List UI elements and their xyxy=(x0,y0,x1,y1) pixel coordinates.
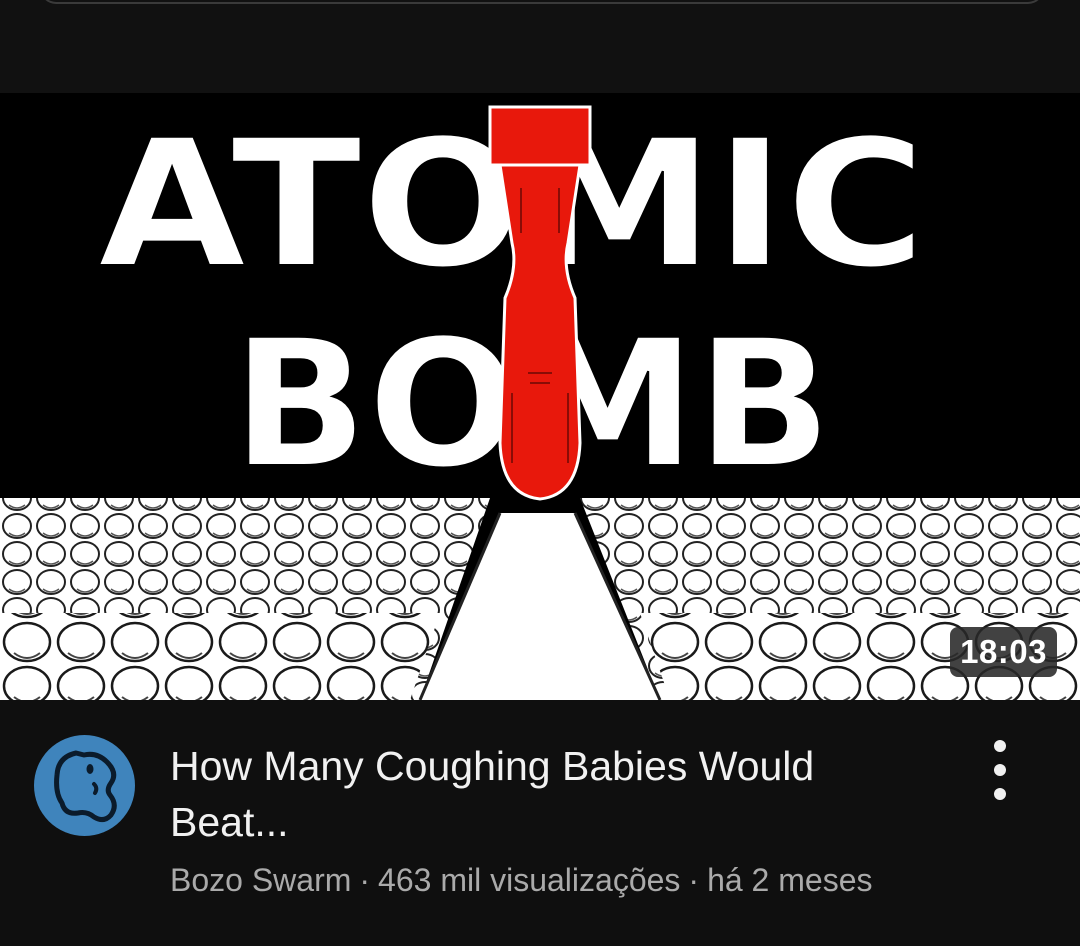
view-count: 463 mil visualizações xyxy=(378,862,681,898)
more-vert-icon[interactable] xyxy=(980,740,1020,800)
video-metadata: Bozo Swarm · 463 mil visualizações · há 2 me… xyxy=(170,862,872,899)
upload-age: há 2 meses xyxy=(707,862,873,898)
channel-avatar-icon xyxy=(54,750,117,823)
video-title[interactable]: How Many Coughing Babies Would Beat... xyxy=(170,738,930,850)
top-strip xyxy=(0,0,1080,93)
previous-card-edge xyxy=(40,0,1044,4)
channel-name[interactable]: Bozo Swarm xyxy=(170,862,351,898)
video-thumbnail[interactable]: ATOMIC BOMB 18:03 xyxy=(0,93,1080,700)
menu-dot xyxy=(994,788,1006,800)
menu-dot xyxy=(994,740,1006,752)
thumbnail-artwork: ATOMIC BOMB xyxy=(0,93,1080,700)
channel-avatar[interactable] xyxy=(34,735,135,836)
menu-dot xyxy=(994,764,1006,776)
duration-badge: 18:03 xyxy=(950,627,1057,677)
meta-separator: · xyxy=(359,862,371,898)
meta-separator: · xyxy=(688,862,700,898)
video-info[interactable]: How Many Coughing Babies Would Beat... B… xyxy=(0,700,1080,946)
bomb-illustration xyxy=(488,105,592,501)
